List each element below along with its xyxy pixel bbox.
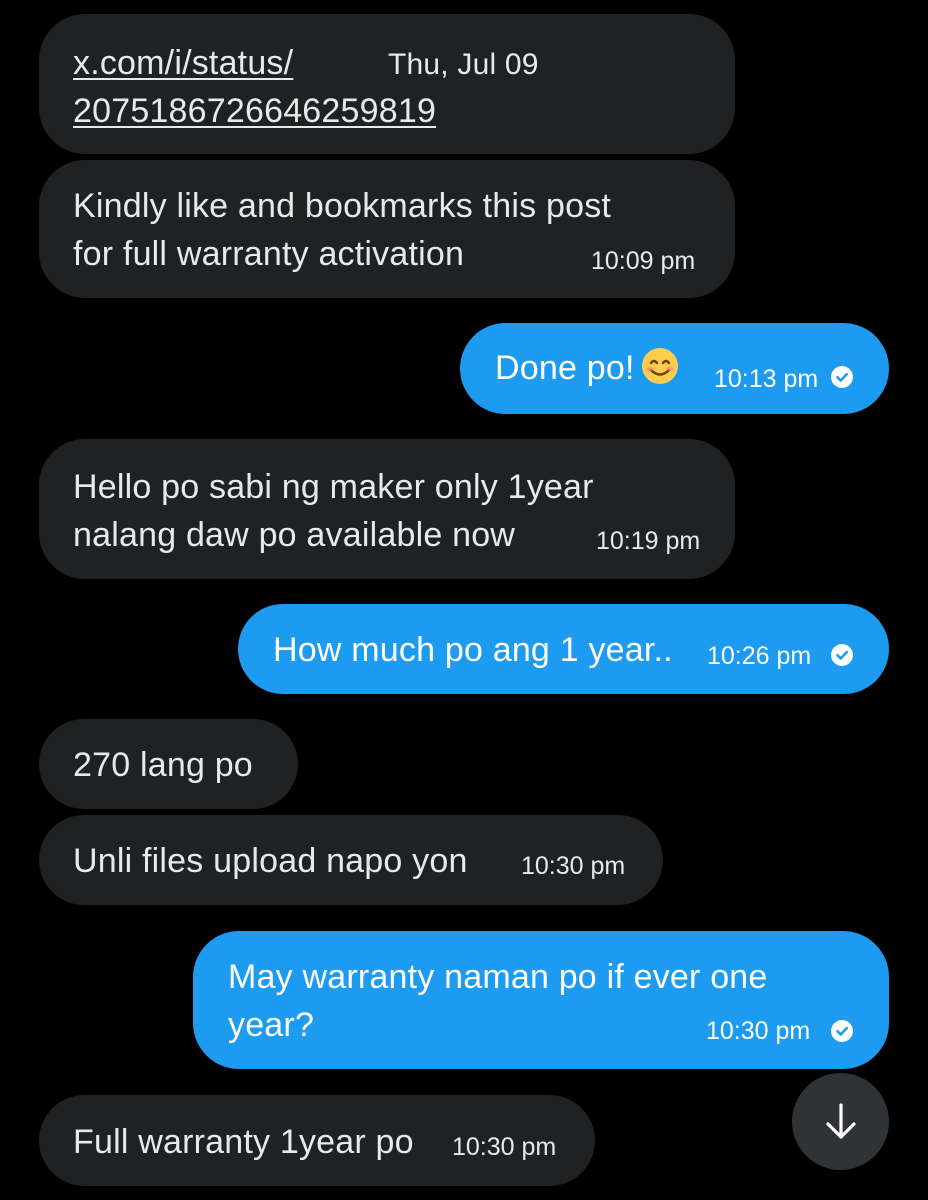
message-timestamp: 10:09 pm bbox=[591, 247, 696, 275]
status-link-id[interactable]: 2075186726646259819 bbox=[73, 87, 436, 135]
message-bubble-incoming: 270 lang po bbox=[39, 719, 298, 809]
message-bubble-outgoing: May warranty naman po if ever one year? … bbox=[193, 931, 889, 1069]
sent-check-icon bbox=[831, 644, 853, 666]
sent-check-icon bbox=[831, 1020, 853, 1042]
message-text: Unli files upload napo yon bbox=[73, 842, 468, 880]
message-text-line: nalang daw po available now bbox=[73, 516, 516, 554]
message-bubble-incoming: Kindly like and bookmarks this post for … bbox=[39, 160, 735, 298]
message-bubble-incoming: Unli files upload napo yon 10:30 pm bbox=[39, 815, 663, 905]
message-timestamp: 10:30 pm bbox=[521, 852, 626, 880]
message-text-line: for full warranty activation bbox=[73, 235, 465, 273]
scroll-to-bottom-button[interactable] bbox=[792, 1073, 889, 1170]
sent-check-icon bbox=[831, 366, 853, 388]
message-text: Full warranty 1year po bbox=[73, 1123, 414, 1161]
message-text: How much po ang 1 year.. bbox=[273, 631, 673, 669]
smiling-face-icon bbox=[641, 347, 679, 385]
message-bubble-incoming: Hello po sabi ng maker only 1year nalang… bbox=[39, 439, 735, 579]
message-text-line: May warranty naman po if ever one bbox=[228, 958, 768, 996]
message-text-content: Done po! bbox=[495, 349, 635, 387]
status-link[interactable]: x.com/i/status/ bbox=[73, 39, 293, 87]
message-timestamp: 10:26 pm bbox=[707, 642, 812, 670]
message-date: Thu, Jul 09 bbox=[388, 48, 539, 81]
message-timestamp: 10:19 pm bbox=[596, 527, 701, 555]
message-bubble-incoming: Full warranty 1year po 10:30 pm bbox=[39, 1095, 595, 1186]
arrow-down-icon bbox=[826, 1103, 856, 1139]
message-text-line: Hello po sabi ng maker only 1year bbox=[73, 468, 594, 506]
message-text: Done po! bbox=[495, 344, 679, 392]
message-timestamp: 10:30 pm bbox=[706, 1017, 811, 1045]
message-text: 270 lang po bbox=[73, 746, 253, 784]
message-timestamp: 10:13 pm bbox=[714, 365, 819, 393]
message-text-line: Kindly like and bookmarks this post bbox=[73, 187, 612, 225]
message-bubble-incoming: x.com/i/status/ 2075186726646259819 Thu,… bbox=[39, 14, 735, 154]
message-text-line: year? bbox=[228, 1006, 315, 1044]
message-bubble-outgoing: How much po ang 1 year.. 10:26 pm bbox=[238, 604, 889, 694]
message-timestamp: 10:30 pm bbox=[452, 1133, 557, 1161]
message-bubble-outgoing: Done po! 10:13 pm bbox=[460, 323, 889, 414]
